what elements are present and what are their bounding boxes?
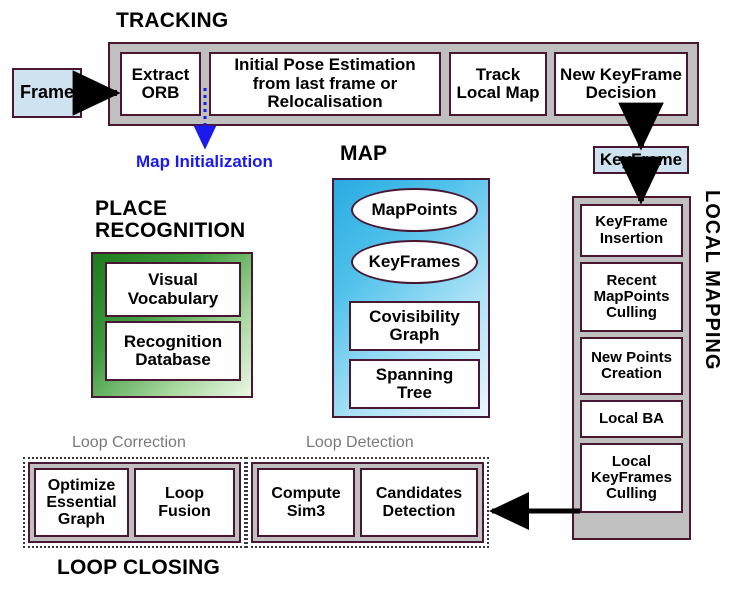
tracking-step-track-local-map[interactable]: Track Local Map	[449, 52, 547, 116]
local-mapping-step-local-ba[interactable]: Local BA	[580, 400, 683, 438]
tracking-step-initial-pose-estimation[interactable]: Initial Pose Estimation from last frame …	[209, 52, 441, 116]
map-title: MAP	[340, 142, 388, 165]
place-recognition-box-visual-vocabulary[interactable]: Visual Vocabulary	[105, 262, 241, 317]
tracking-title: TRACKING	[116, 9, 229, 32]
diagram-canvas: TRACKING Extract ORB Initial Pose Estima…	[0, 0, 739, 589]
place-recognition-box-recognition-database[interactable]: Recognition Database	[105, 321, 241, 381]
place-recognition-title: PLACE RECOGNITION	[95, 197, 246, 243]
loop-closing-title: LOOP CLOSING	[57, 556, 221, 579]
loop-step-compute-sim3[interactable]: Compute Sim3	[257, 468, 355, 537]
loop-detection-label: Loop Detection	[306, 434, 414, 451]
loop-step-optimize-essential-graph[interactable]: Optimize Essential Graph	[34, 468, 129, 537]
map-box-covisibility-graph[interactable]: Covisibility Graph	[349, 301, 480, 351]
local-mapping-step-new-points-creation[interactable]: New Points Creation	[580, 337, 683, 395]
local-mapping-step-keyframe-insertion[interactable]: KeyFrame Insertion	[580, 204, 683, 257]
map-ellipse-keyframes[interactable]: KeyFrames	[351, 240, 478, 284]
tracking-step-extract-orb[interactable]: Extract ORB	[120, 52, 201, 116]
map-ellipse-mappoints[interactable]: MapPoints	[351, 188, 478, 232]
loop-correction-label: Loop Correction	[72, 434, 186, 451]
keyframe-data-box[interactable]: KeyFrame	[593, 146, 689, 174]
loop-step-loop-fusion[interactable]: Loop Fusion	[134, 468, 235, 537]
loop-step-candidates-detection[interactable]: Candidates Detection	[360, 468, 478, 537]
frame-input-box[interactable]: Frame	[12, 68, 82, 118]
map-initialization-label: Map Initialization	[136, 152, 273, 171]
local-mapping-title: LOCAL MAPPING	[701, 190, 723, 371]
local-mapping-step-recent-mappoints-culling[interactable]: Recent MapPoints Culling	[580, 262, 683, 332]
map-box-spanning-tree[interactable]: Spanning Tree	[349, 359, 480, 409]
tracking-step-new-keyframe-decision[interactable]: New KeyFrame Decision	[554, 52, 688, 116]
local-mapping-step-local-keyframes-culling[interactable]: Local KeyFrames Culling	[580, 443, 683, 513]
